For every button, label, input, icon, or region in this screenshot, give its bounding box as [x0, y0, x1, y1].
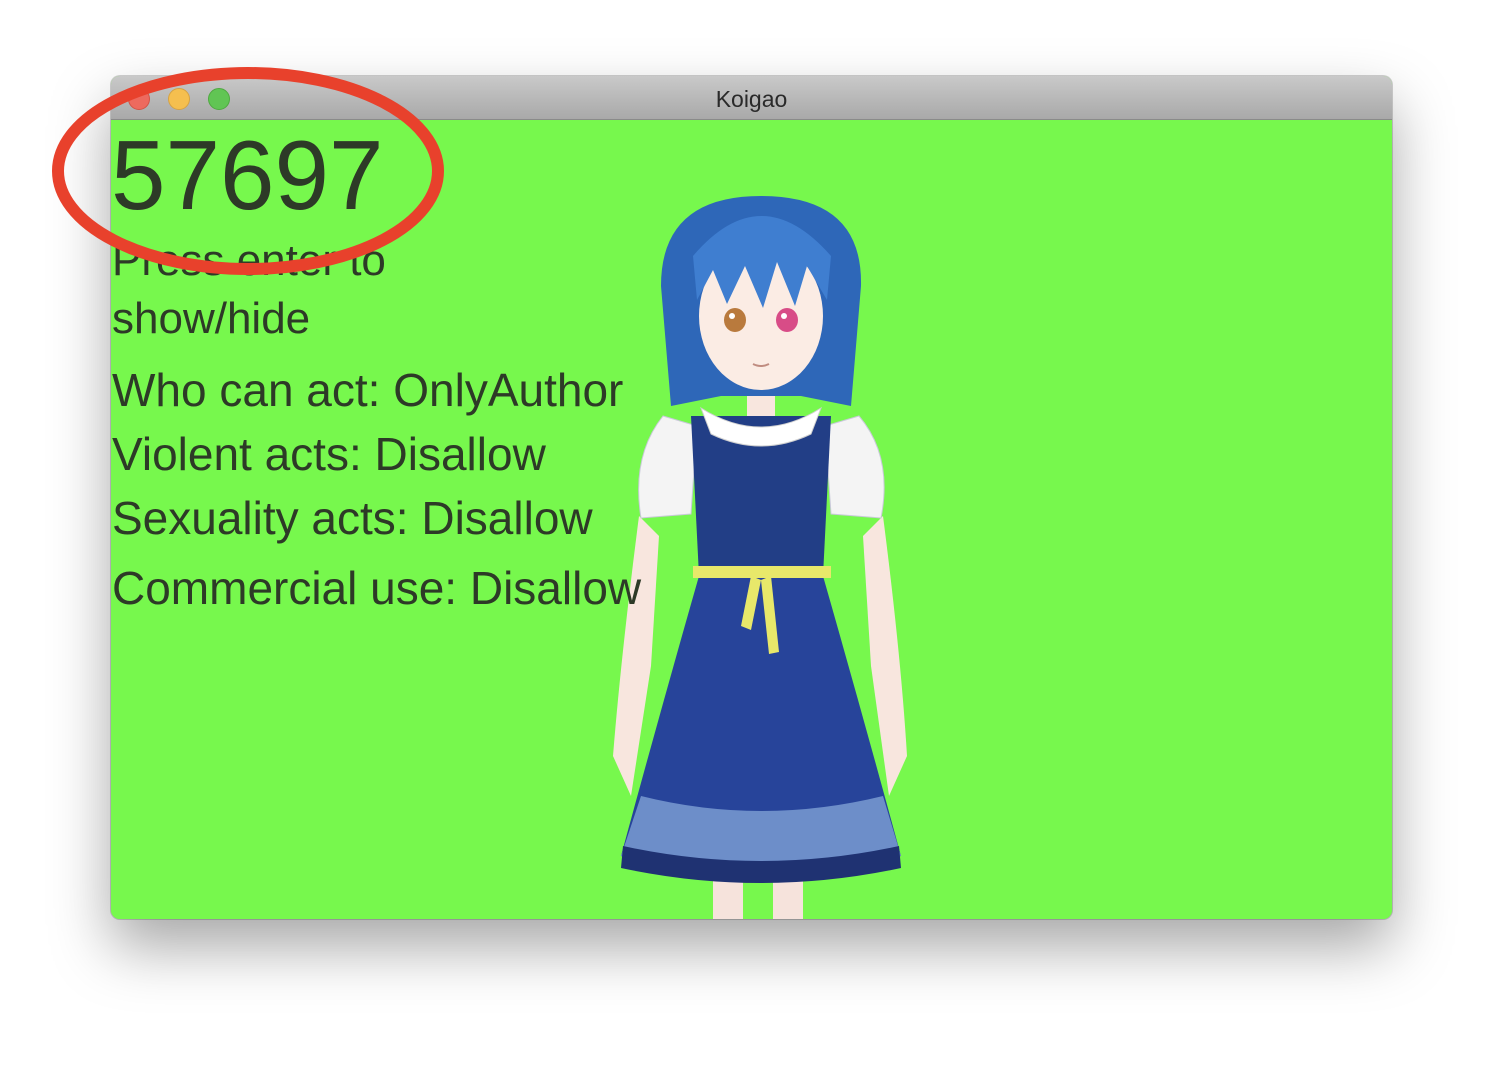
window-title: Koigao [715, 86, 788, 112]
license-violent-acts: Violent acts: Disallow [112, 428, 546, 480]
counter-value: 57697 [111, 120, 384, 230]
app-window: Koigao 57697 Press enter to show/hide Wh… [111, 76, 1392, 919]
canvas-area[interactable]: 57697 Press enter to show/hide Who can a… [111, 120, 1392, 919]
toggle-hint: Press enter to show/hide [112, 236, 386, 343]
avatar-character [613, 196, 907, 919]
title-bar[interactable]: Koigao [111, 76, 1392, 120]
license-sexuality-acts: Sexuality acts: Disallow [112, 492, 593, 544]
license-commercial-use: Commercial use: Disallow [112, 562, 642, 614]
license-who-can-act: Who can act: OnlyAuthor [112, 364, 624, 416]
